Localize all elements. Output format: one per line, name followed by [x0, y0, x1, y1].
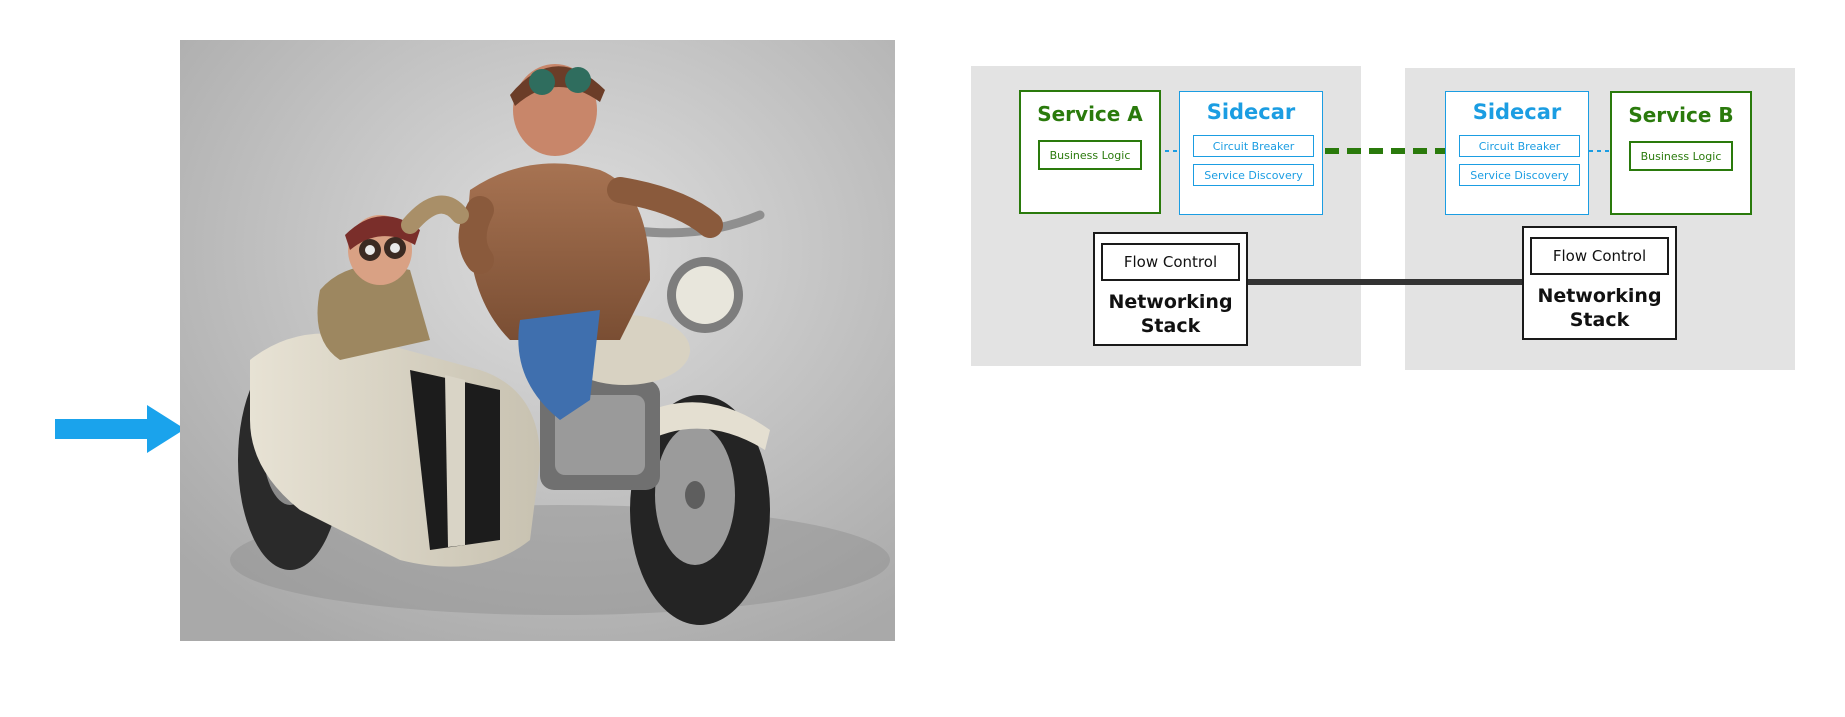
right-service-discovery: Service Discovery [1459, 164, 1580, 186]
left-sidecar-title: Sidecar [1206, 100, 1296, 124]
right-networking-stack-title: Networking Stack [1537, 285, 1662, 331]
left-networking-stack-box: Flow Control Networking Stack [1093, 232, 1248, 346]
right-arrow-icon [55, 405, 185, 453]
left-sidecar-box: Sidecar Circuit Breaker Service Discover… [1179, 91, 1323, 215]
right-sidecar-title: Sidecar [1472, 100, 1562, 124]
service-a-title: Service A [1037, 102, 1143, 126]
left-service-discovery: Service Discovery [1193, 164, 1314, 186]
left-circuit-breaker: Circuit Breaker [1193, 135, 1314, 157]
service-b-business-logic: Business Logic [1629, 141, 1733, 171]
service-b-title: Service B [1628, 103, 1734, 127]
sidecar-motorcycle-photo [180, 40, 895, 641]
right-circuit-breaker: Circuit Breaker [1459, 135, 1580, 157]
service-b-box: Service B Business Logic [1610, 91, 1752, 215]
right-flow-control: Flow Control [1530, 237, 1669, 275]
left-networking-stack-title: Networking Stack [1108, 291, 1233, 337]
right-networking-stack-box: Flow Control Networking Stack [1522, 226, 1677, 340]
service-a-box: Service A Business Logic [1019, 90, 1161, 214]
service-a-business-logic: Business Logic [1038, 140, 1142, 170]
left-flow-control: Flow Control [1101, 243, 1240, 281]
right-sidecar-box: Sidecar Circuit Breaker Service Discover… [1445, 91, 1589, 215]
